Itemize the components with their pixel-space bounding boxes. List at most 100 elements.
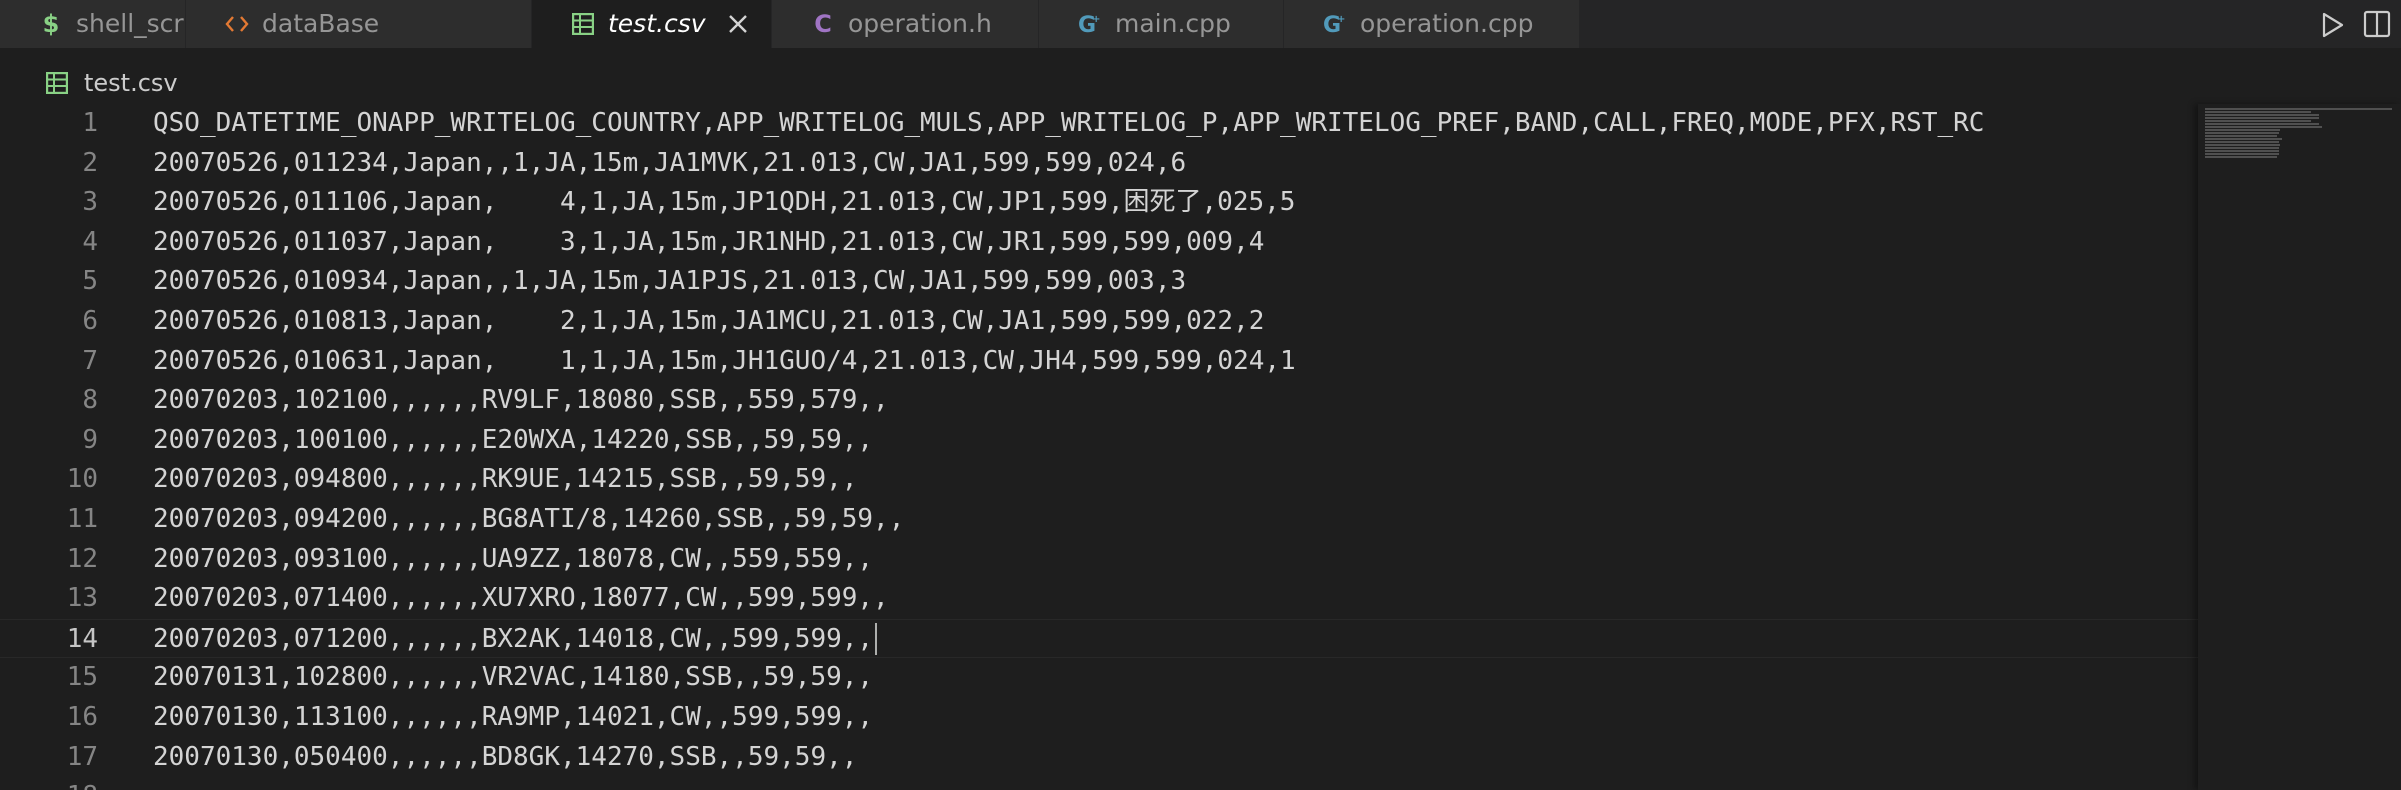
line-text[interactable]: 20070203,100100,,,,,,E20WXA,14220,SSB,,5…	[153, 421, 873, 460]
line-text[interactable]: 20070131,102800,,,,,,VR2VAC,14180,SSB,,5…	[153, 658, 873, 697]
c-language-icon: C	[814, 10, 832, 38]
line-number: 16	[66, 702, 98, 732]
minimap-line	[2205, 117, 2319, 119]
cpp-language-icon: G +	[1077, 10, 1103, 38]
code-line[interactable]: 1 QSO_DATETIME_ONAPP_WRITELOG_COUNTRY,APP…	[0, 104, 2198, 143]
tab-operation-cpp[interactable]: G + operation.cpp	[1284, 0, 1580, 48]
minimap-line	[2205, 141, 2279, 143]
minimap-line	[2205, 135, 2277, 137]
line-text[interactable]: 20070130,050400,,,,,,BD8GK,14270,SSB,,59…	[153, 738, 857, 777]
tab-label: main.cpp	[1115, 9, 1231, 38]
code-brackets-icon	[224, 10, 250, 38]
minimap-line	[2205, 108, 2393, 110]
code-line[interactable]: 2 20070526,011234,Japan,,1,JA,15m,JA1MVK,…	[0, 144, 2198, 183]
tab-operation-h[interactable]: Coperation.h	[772, 0, 1039, 48]
tab-label: dataBase	[262, 9, 380, 38]
code-line[interactable]: 17 20070130,050400,,,,,,BD8GK,14270,SSB,,…	[0, 738, 2198, 777]
minimap-line	[2205, 114, 2319, 116]
minimap-line	[2205, 144, 2281, 146]
line-text[interactable]: 20070203,102100,,,,,,RV9LF,18080,SSB,,55…	[153, 381, 889, 420]
breadcrumb[interactable]: test.csv	[46, 66, 178, 100]
code-line[interactable]: 6 20070526,010813,Japan, 2,1,JA,15m,JA1MC…	[0, 302, 2198, 341]
svg-text:+: +	[1092, 14, 1100, 25]
line-number: 1	[82, 108, 98, 138]
line-text[interactable]: 20070203,094200,,,,,,BG8ATI/8,14260,SSB,…	[153, 500, 904, 539]
split-editor-icon[interactable]	[2363, 10, 2391, 38]
code-line[interactable]: 15 20070131,102800,,,,,,VR2VAC,14180,SSB,…	[0, 658, 2198, 697]
close-icon[interactable]	[723, 9, 753, 39]
line-text[interactable]: QSO_DATETIME_ONAPP_WRITELOG_COUNTRY,APP_…	[153, 104, 1984, 143]
minimap-line	[2205, 129, 2281, 131]
minimap-line	[2205, 111, 2311, 113]
code-line[interactable]: 5 20070526,010934,Japan,,1,JA,15m,JA1PJS,…	[0, 262, 2198, 301]
code-line[interactable]: 4 20070526,011037,Japan, 3,1,JA,15m,JR1NH…	[0, 223, 2198, 262]
code-line[interactable]: 14 20070203,071200,,,,,,BX2AK,14018,CW,,5…	[0, 618, 2198, 659]
code-line[interactable]: 12 20070203,093100,,,,,,UA9ZZ,18078,CW,,5…	[0, 540, 2198, 579]
line-number: 11	[66, 504, 98, 534]
table-icon	[570, 10, 596, 38]
line-number: 6	[82, 306, 98, 336]
tab-label: operation.cpp	[1360, 9, 1534, 38]
code-line[interactable]: 16 20070130,113100,,,,,,RA9MP,14021,CW,,5…	[0, 698, 2198, 737]
line-number: 10	[66, 464, 98, 495]
code-line[interactable]: 10 20070203,094800,,,,,,RK9UE,14215,SSB,,…	[0, 460, 2198, 499]
line-number: 15	[66, 662, 98, 693]
minimap-line	[2205, 150, 2279, 152]
tab-database[interactable]: dataBase	[186, 0, 532, 48]
line-text[interactable]: 20070203,071200,,,,,,BX2AK,14018,CW,,599…	[153, 620, 878, 659]
minimap-line	[2205, 132, 2279, 134]
line-text[interactable]: 20070130,113100,,,,,,RA9MP,14021,CW,,599…	[153, 698, 873, 737]
minimap-line	[2205, 123, 2319, 125]
line-number: 5	[82, 266, 98, 297]
line-text[interactable]: 20070526,011234,Japan,,1,JA,15m,JA1MVK,2…	[153, 144, 1186, 183]
code-line[interactable]: 13 20070203,071400,,,,,,XU7XRO,18077,CW,,…	[0, 579, 2198, 618]
line-text[interactable]: 20070526,010813,Japan, 2,1,JA,15m,JA1MCU…	[153, 302, 1264, 341]
editor-actions	[2281, 0, 2401, 48]
minimap[interactable]	[2198, 104, 2401, 790]
editor-window: $ shell_script.sh dataBase test.csv Coperati…	[0, 0, 2401, 790]
tab-bar: $ shell_script.sh dataBase test.csv Coperati…	[0, 0, 2401, 48]
run-icon[interactable]	[2317, 10, 2347, 40]
line-number: 3	[82, 187, 98, 218]
code-line[interactable]: 18	[0, 777, 2198, 790]
minimap-line	[2205, 138, 2282, 140]
minimap-line	[2205, 156, 2277, 158]
line-number: 2	[82, 147, 98, 178]
dollar-icon: $	[42, 10, 60, 38]
tab-main-cpp[interactable]: G + main.cpp	[1039, 0, 1284, 48]
code-line[interactable]: 3 20070526,011106,Japan, 4,1,JA,15m,JP1QD…	[0, 183, 2198, 222]
line-text[interactable]: 20070203,093100,,,,,,UA9ZZ,18078,CW,,559…	[153, 540, 873, 579]
line-text[interactable]: 20070526,011037,Japan, 3,1,JA,15m,JR1NHD…	[153, 223, 1264, 262]
line-number: 8	[82, 385, 98, 416]
tab-label: test.csv	[608, 9, 706, 38]
code-editor[interactable]: 1 QSO_DATETIME_ONAPP_WRITELOG_COUNTRY,APP…	[0, 104, 2198, 790]
svg-text:+: +	[1337, 14, 1345, 25]
line-number: 4	[82, 226, 98, 257]
line-text[interactable]: 20070203,071400,,,,,,XU7XRO,18077,CW,,59…	[153, 579, 889, 618]
line-text[interactable]: 20070526,011106,Japan, 4,1,JA,15m,JP1QDH…	[153, 183, 1295, 222]
line-number: 13	[66, 583, 98, 614]
minimap-line	[2205, 120, 2311, 122]
line-text[interactable]: 20070203,094800,,,,,,RK9UE,14215,SSB,,59…	[153, 460, 857, 499]
minimap-line	[2205, 126, 2322, 128]
code-line[interactable]: 7 20070526,010631,Japan, 1,1,JA,15m,JH1GU…	[0, 342, 2198, 381]
minimap-line	[2205, 147, 2279, 149]
line-number: 17	[66, 741, 98, 772]
line-number: 7	[82, 345, 98, 376]
code-line[interactable]: 8 20070203,102100,,,,,,RV9LF,18080,SSB,,5…	[0, 381, 2198, 420]
text-cursor	[875, 623, 878, 656]
line-number: 14	[66, 623, 98, 654]
line-number: 9	[82, 424, 98, 455]
minimap-line	[2205, 153, 2279, 155]
code-line[interactable]: 11 20070203,094200,,,,,,BG8ATI/8,14260,SS…	[0, 500, 2198, 539]
line-number: 18	[0, 777, 98, 790]
table-icon	[46, 72, 68, 94]
line-number: 12	[66, 543, 98, 574]
tab-shell-script-sh[interactable]: $ shell_script.sh	[0, 0, 253, 48]
cpp-language-icon: G +	[1322, 10, 1348, 38]
breadcrumb-file[interactable]: test.csv	[84, 69, 178, 97]
tab-test-csv[interactable]: test.csv	[532, 0, 772, 48]
line-text[interactable]: 20070526,010631,Japan, 1,1,JA,15m,JH1GUO…	[153, 342, 1296, 381]
code-line[interactable]: 9 20070203,100100,,,,,,E20WXA,14220,SSB,,…	[0, 421, 2198, 460]
line-text[interactable]: 20070526,010934,Japan,,1,JA,15m,JA1PJS,2…	[153, 262, 1186, 301]
